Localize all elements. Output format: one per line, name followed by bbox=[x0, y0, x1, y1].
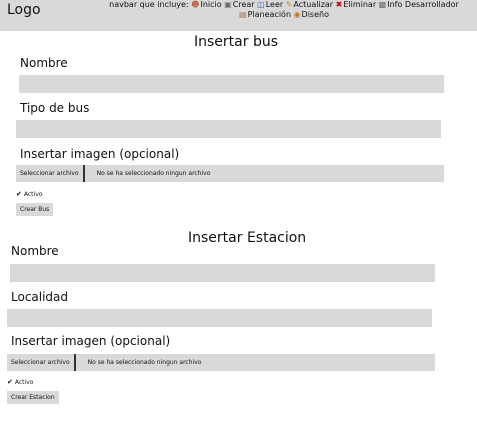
nav-link-planeacion[interactable]: ▤Planeación bbox=[239, 10, 291, 19]
bus-tipo-label: Tipo de bus bbox=[20, 101, 90, 115]
bus-activo-checkbox[interactable]: ✔ Activo bbox=[16, 190, 42, 198]
estacion-file-input[interactable]: Seleccionar archivo No se ha seleccionad… bbox=[7, 354, 435, 371]
person-icon: ☻ bbox=[191, 0, 200, 9]
bus-nombre-label: Nombre bbox=[20, 56, 68, 70]
developer-icon: ▩ bbox=[378, 0, 387, 9]
estacion-localidad-label: Localidad bbox=[11, 290, 69, 304]
estacion-file-status: No se ha seleccionado ningun archivo bbox=[87, 359, 202, 366]
bus-nombre-input[interactable] bbox=[19, 75, 444, 93]
crear-bus-button[interactable]: Crear Bus bbox=[16, 203, 54, 216]
nav-link-eliminar[interactable]: ✖Eliminar bbox=[336, 0, 376, 9]
bus-imagen-label: Insertar imagen (opcional) bbox=[20, 147, 180, 161]
nav-link-info-desarrollador[interactable]: ▩Info Desarrollador bbox=[379, 0, 459, 9]
bus-file-select-button[interactable]: Seleccionar archivo bbox=[16, 165, 85, 182]
crear-estacion-button[interactable]: Crear Estacion bbox=[7, 391, 59, 404]
estacion-nombre-input[interactable] bbox=[10, 264, 435, 282]
nav-link-actualizar[interactable]: ✎Actualizar bbox=[286, 0, 333, 9]
bus-file-status: No se ha seleccionado ningun archivo bbox=[96, 170, 211, 177]
nav-link-inicio[interactable]: ☻Inicio bbox=[191, 0, 222, 9]
palette-icon: ◉ bbox=[293, 10, 301, 19]
navbar: Logo navbar que incluye: ☻Inicio ▣Crear … bbox=[0, 0, 477, 31]
estacion-activo-checkbox[interactable]: ✔ Activo bbox=[7, 378, 33, 386]
nav-links: navbar que incluye: ☻Inicio ▣Crear ◫Leer… bbox=[92, 0, 476, 20]
estacion-activo-label: Activo bbox=[14, 378, 34, 386]
nav-link-diseno[interactable]: ◉Diseño bbox=[294, 10, 329, 19]
nav-link-crear[interactable]: ▣Crear bbox=[224, 0, 254, 9]
nav-intro: navbar que incluye: bbox=[109, 0, 189, 9]
estacion-imagen-label: Insertar imagen (opcional) bbox=[11, 334, 171, 348]
cross-icon: ✖ bbox=[335, 0, 343, 9]
chart-icon: ▤ bbox=[239, 10, 247, 19]
estacion-localidad-input[interactable] bbox=[7, 309, 432, 327]
book-icon: ◫ bbox=[257, 0, 265, 9]
checkmark-icon: ✔ bbox=[7, 378, 13, 386]
bus-tipo-input[interactable] bbox=[16, 120, 441, 138]
monitor-icon: ▣ bbox=[224, 0, 232, 9]
logo[interactable]: Logo bbox=[7, 2, 41, 18]
bus-activo-label: Activo bbox=[23, 190, 43, 198]
estacion-file-select-button[interactable]: Seleccionar archivo bbox=[7, 354, 76, 371]
nav-link-leer[interactable]: ◫Leer bbox=[257, 0, 283, 9]
estacion-nombre-label: Nombre bbox=[11, 244, 59, 258]
estacion-form-title: Insertar Estacion bbox=[188, 230, 307, 246]
checkmark-icon: ✔ bbox=[16, 190, 22, 198]
bus-form-title: Insertar bus bbox=[194, 34, 278, 50]
bus-file-input[interactable]: Seleccionar archivo No se ha seleccionad… bbox=[16, 165, 444, 182]
pencil-icon: ✎ bbox=[285, 0, 293, 9]
